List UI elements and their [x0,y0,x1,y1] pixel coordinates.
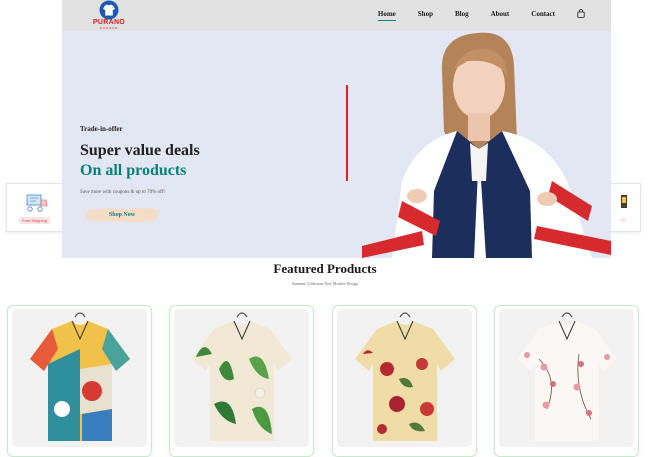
shirt-logo-icon [99,0,119,20]
hero-section: PURANO SOURCE Home Shop Blog About Conta… [62,0,611,258]
feature-badge [619,218,626,222]
feature-label: Free Shipping [19,216,50,224]
logo-name: PURANO [92,19,126,26]
product-image [174,309,309,447]
logo[interactable]: PURANO SOURCE [92,0,126,31]
product-card[interactable] [332,305,477,457]
hero-text: Trade-in-offer Super value deals On all … [80,125,200,195]
featured-title: Featured Products [273,261,377,276]
shopping-bag-icon[interactable] [577,9,585,18]
blossom-shirt-image [517,312,617,441]
nav-about[interactable]: About [491,10,510,18]
feature-box-shipping: Free Shipping [6,183,63,232]
shipping-icon [26,194,47,212]
product-image [337,309,472,447]
nav-shop[interactable]: Shop [418,10,433,18]
patchwork-shirt-image [30,312,130,441]
product-image [499,309,634,447]
logo-tagline: SOURCE [99,26,119,30]
tropical-shirt-image [192,312,292,441]
hero-model-image [362,32,611,258]
product-image [12,309,147,447]
hero-subtext: Save more with coupons & up to 70% off! [80,190,165,195]
hero-headline-accent: On all products [80,162,187,179]
featured-subtitle: Summer Collection New Modern Design [292,281,358,286]
nav-home[interactable]: Home [377,10,396,21]
nav-blog[interactable]: Blog [455,10,469,18]
product-card[interactable] [494,305,639,457]
hero-headline: Super value deals [80,142,200,159]
nav-links: Home Shop Blog About Contact [356,0,585,27]
product-card[interactable] [169,305,314,457]
shop-now-button[interactable]: Shop Now [83,205,161,225]
shop-now-label: Shop Now [108,212,136,218]
product-card[interactable] [7,305,152,457]
hero-eyebrow: Trade-in-offer [80,125,123,133]
text-cursor [346,85,348,181]
floral-shirt-image [355,312,455,441]
nav-contact[interactable]: Contact [531,10,555,18]
navbar: PURANO SOURCE Home Shop Blog About Conta… [62,0,611,31]
